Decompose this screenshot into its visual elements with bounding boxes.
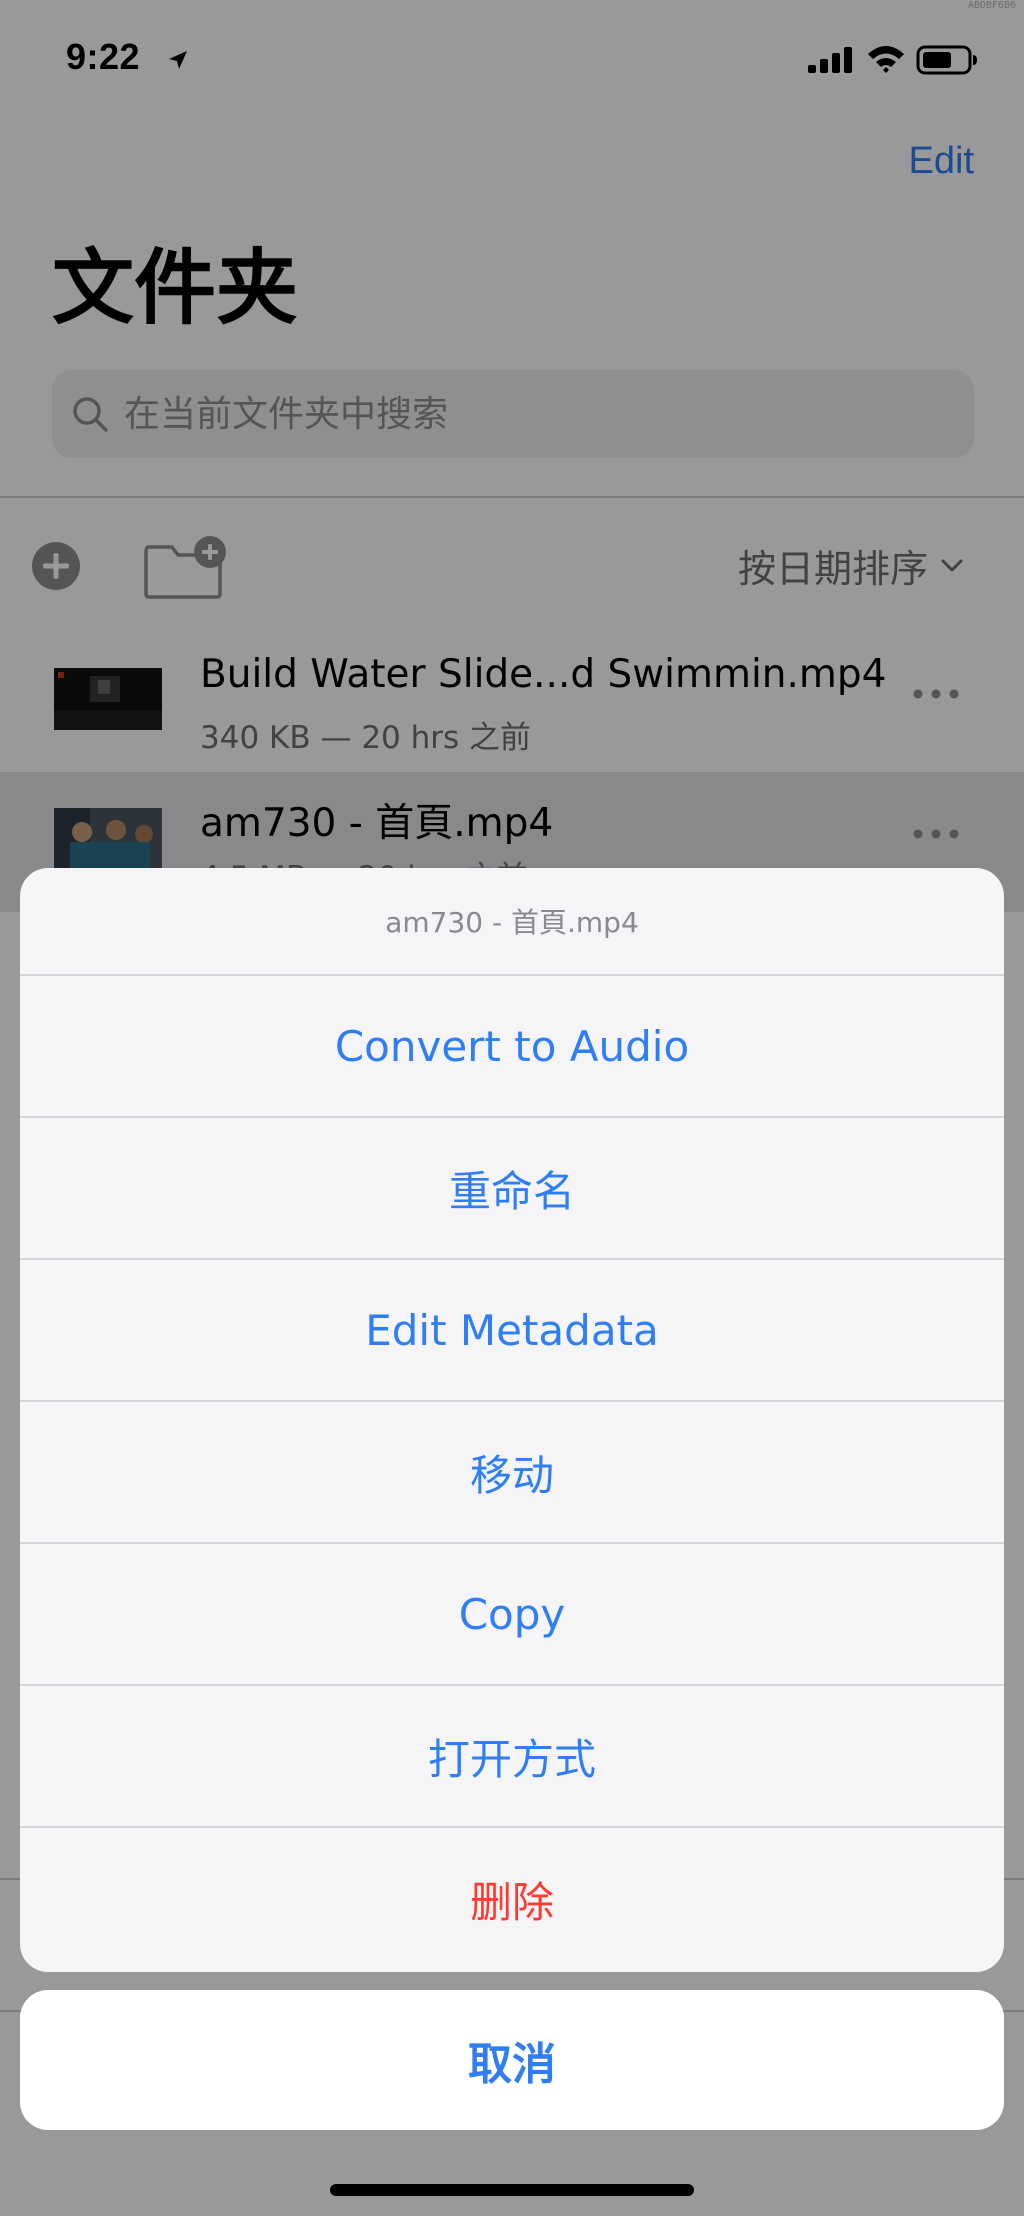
open-with-button[interactable]: 打开方式 bbox=[20, 1686, 1004, 1828]
screen: ABDBF6B6 9:22 Edit 文件夹 在当前文件夹中搜索 按日期排序 B… bbox=[0, 0, 1024, 2216]
move-button[interactable]: 移动 bbox=[20, 1402, 1004, 1544]
rename-button[interactable]: 重命名 bbox=[20, 1118, 1004, 1260]
action-sheet-title: am730 - 首頁.mp4 bbox=[20, 868, 1004, 976]
delete-button[interactable]: 删除 bbox=[20, 1828, 1004, 1970]
home-indicator[interactable] bbox=[330, 2184, 694, 2196]
edit-metadata-button[interactable]: Edit Metadata bbox=[20, 1260, 1004, 1402]
cancel-button[interactable]: 取消 bbox=[20, 1990, 1004, 2130]
convert-to-audio-button[interactable]: Convert to Audio bbox=[20, 976, 1004, 1118]
copy-button[interactable]: Copy bbox=[20, 1544, 1004, 1686]
action-sheet: am730 - 首頁.mp4 Convert to Audio 重命名 Edit… bbox=[20, 868, 1004, 1972]
